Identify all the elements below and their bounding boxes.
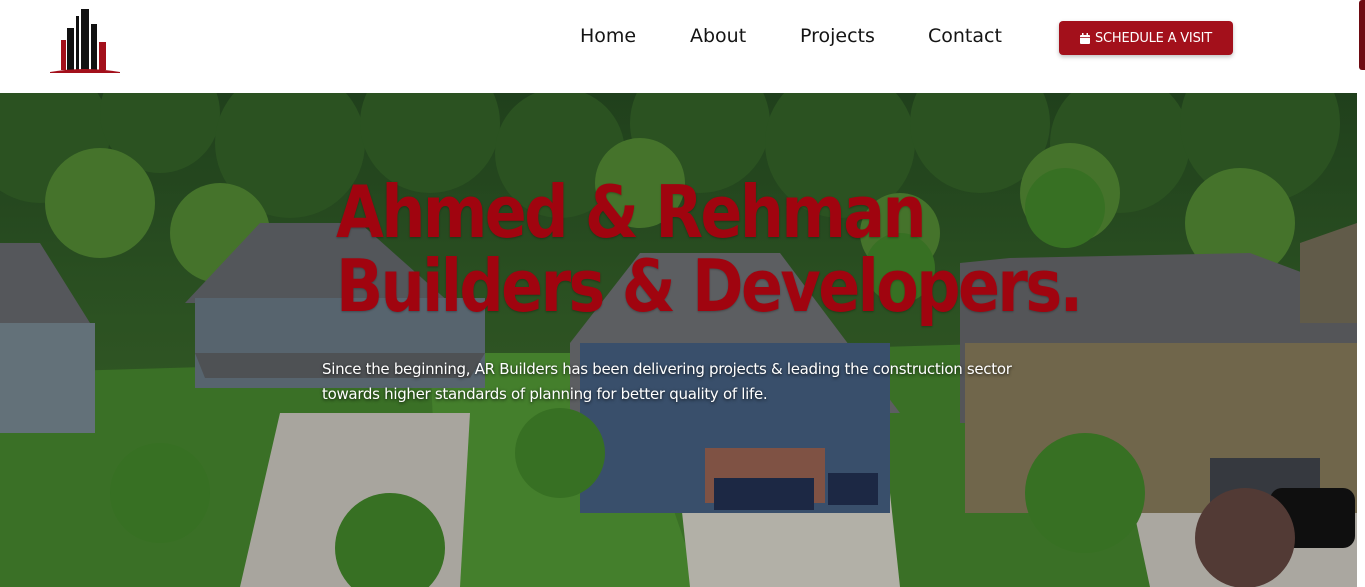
scrollbar-thumb[interactable] <box>1359 0 1365 70</box>
calendar-icon <box>1079 32 1090 44</box>
hero-title-line-1: Ahmed & Rehman <box>336 170 927 254</box>
site-header: Home About Projects Contact SCHEDULE A V… <box>0 0 1365 93</box>
nav-home[interactable]: Home <box>580 22 636 50</box>
hero-title-line-2: Builders & Developers. <box>336 244 1083 328</box>
hero-subtitle: Since the beginning, AR Builders has bee… <box>322 360 1012 403</box>
nav-projects[interactable]: Projects <box>800 22 875 50</box>
nav-contact[interactable]: Contact <box>928 22 1002 50</box>
page: Home About Projects Contact SCHEDULE A V… <box>0 0 1365 587</box>
hero-background-image <box>0 93 1357 587</box>
schedule-visit-button[interactable]: SCHEDULE A VISIT <box>1059 21 1233 55</box>
scrollbar-track <box>1357 93 1365 587</box>
hero-section: Ahmed & Rehman Builders & Developers. Si… <box>0 93 1357 587</box>
hero-title: Ahmed & Rehman Builders & Developers. <box>336 170 1083 328</box>
nav-about[interactable]: About <box>690 22 746 50</box>
schedule-visit-label: SCHEDULE A VISIT <box>1094 30 1212 46</box>
